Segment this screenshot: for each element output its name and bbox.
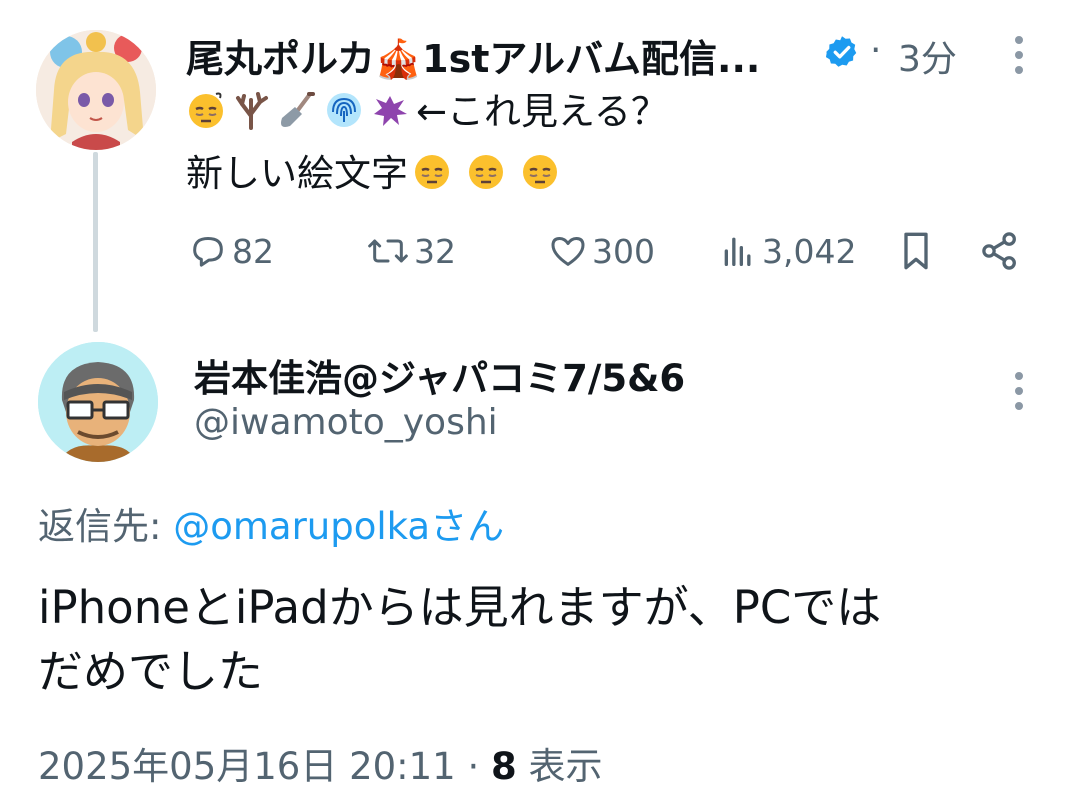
display-name[interactable]: 岩本佳浩@ジャパコミ7/5&6 — [194, 348, 685, 402]
thread-connector-line — [93, 152, 98, 332]
leafless-tree-icon — [232, 90, 272, 130]
splatter-icon — [370, 90, 410, 130]
view-count: 8 — [491, 745, 517, 788]
heart-icon — [551, 237, 585, 266]
post-footer: 2025年05月16日 20:11 · 8 表示 — [38, 736, 603, 790]
post-text-line2: 新しい絵文字 — [186, 146, 566, 201]
retweet-button[interactable]: 32 — [366, 228, 456, 274]
avatar[interactable] — [38, 342, 158, 462]
face-with-bags-under-eyes-icon — [520, 152, 560, 192]
post-text-line1-content: ←これ見える？ — [416, 90, 668, 133]
face-with-bags-under-eyes-icon — [186, 90, 226, 130]
face-with-bags-under-eyes-icon — [412, 152, 452, 192]
share-icon — [982, 232, 1016, 270]
reply-to-label: 返信先: — [38, 505, 174, 548]
post-text-line1: ←これ見える？ — [186, 84, 668, 139]
display-name[interactable]: 尾丸ポルカ🎪1stアルバム配信... — [186, 28, 760, 83]
more-options-icon[interactable] — [1015, 36, 1025, 81]
post-text-line2-content: 新しい絵文字 — [186, 152, 408, 195]
share-button[interactable] — [978, 228, 1022, 274]
separator-dot: · — [870, 30, 882, 71]
bookmark-button[interactable] — [896, 228, 936, 274]
view-label: 表示 — [528, 745, 603, 788]
reply-context: 返信先: @omarupolkaさん — [38, 496, 504, 550]
retweet-count: 32 — [414, 231, 456, 271]
bookmark-icon — [904, 232, 928, 270]
verified-badge-icon — [824, 34, 860, 70]
post-timestamp[interactable]: 2025年05月16日 20:11 — [38, 745, 456, 788]
reply-text-line1: iPhoneとiPadからは見れますが、PCでは — [38, 581, 882, 634]
more-options-icon[interactable] — [1015, 372, 1025, 417]
like-button[interactable]: 300 — [548, 228, 655, 274]
shovel-icon — [278, 90, 318, 130]
avatar[interactable] — [36, 30, 156, 150]
views-button[interactable]: 3,042 — [718, 228, 856, 274]
post-time[interactable]: 3分 — [898, 30, 957, 82]
reply-text: iPhoneとiPadからは見れますが、PCでは だめでした — [38, 576, 1048, 704]
fingerprint-icon — [324, 90, 364, 130]
anime-avatar-icon — [36, 30, 156, 150]
face-with-bags-under-eyes-icon — [466, 152, 506, 192]
separator-dot: · — [467, 745, 480, 788]
analytics-icon — [724, 237, 751, 266]
reply-to-suffix: さん — [430, 505, 505, 548]
reply-button[interactable]: 82 — [188, 228, 274, 274]
cartoon-avatar-icon — [38, 342, 158, 462]
user-handle[interactable]: @iwamoto_yoshi — [194, 402, 498, 443]
reply-text-line2: だめでした — [38, 645, 264, 698]
reply-to-user-link[interactable]: @omarupolka — [173, 505, 430, 548]
like-count: 300 — [592, 231, 655, 271]
comment-icon — [193, 237, 223, 267]
reply-count: 82 — [232, 231, 274, 271]
view-count: 3,042 — [762, 231, 857, 271]
retweet-icon — [368, 239, 408, 263]
